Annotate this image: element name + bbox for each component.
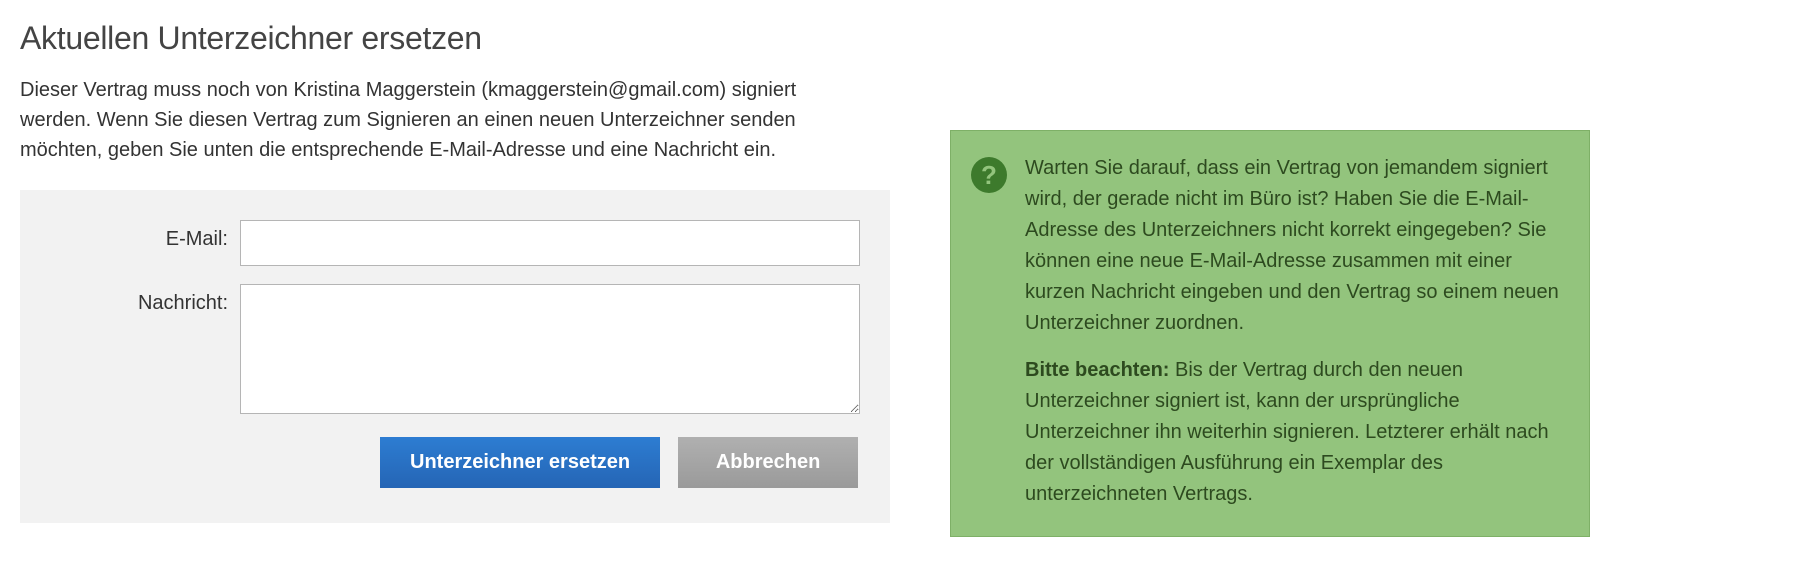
cancel-button[interactable]: Abbrechen xyxy=(678,437,858,488)
page-title: Aktuellen Unterzeichner ersetzen xyxy=(20,20,890,57)
form-panel: E-Mail: Nachricht: Unterzeichner ersetze… xyxy=(20,190,890,523)
help-icon: ? xyxy=(971,157,1007,193)
message-textarea[interactable] xyxy=(240,284,860,414)
info-box: ? Warten Sie darauf, dass ein Vertrag vo… xyxy=(950,130,1590,537)
email-input[interactable] xyxy=(240,220,860,266)
info-paragraph-1: Warten Sie darauf, dass ein Vertrag von … xyxy=(1025,153,1563,339)
note-label: Bitte beachten: xyxy=(1025,359,1169,381)
info-paragraph-2: Bitte beachten: Bis der Vertrag durch de… xyxy=(1025,355,1563,510)
replace-signer-button[interactable]: Unterzeichner ersetzen xyxy=(380,437,660,488)
email-label: E-Mail: xyxy=(50,220,240,251)
page-description: Dieser Vertrag muss noch von Kristina Ma… xyxy=(20,75,840,165)
message-label: Nachricht: xyxy=(50,284,240,315)
